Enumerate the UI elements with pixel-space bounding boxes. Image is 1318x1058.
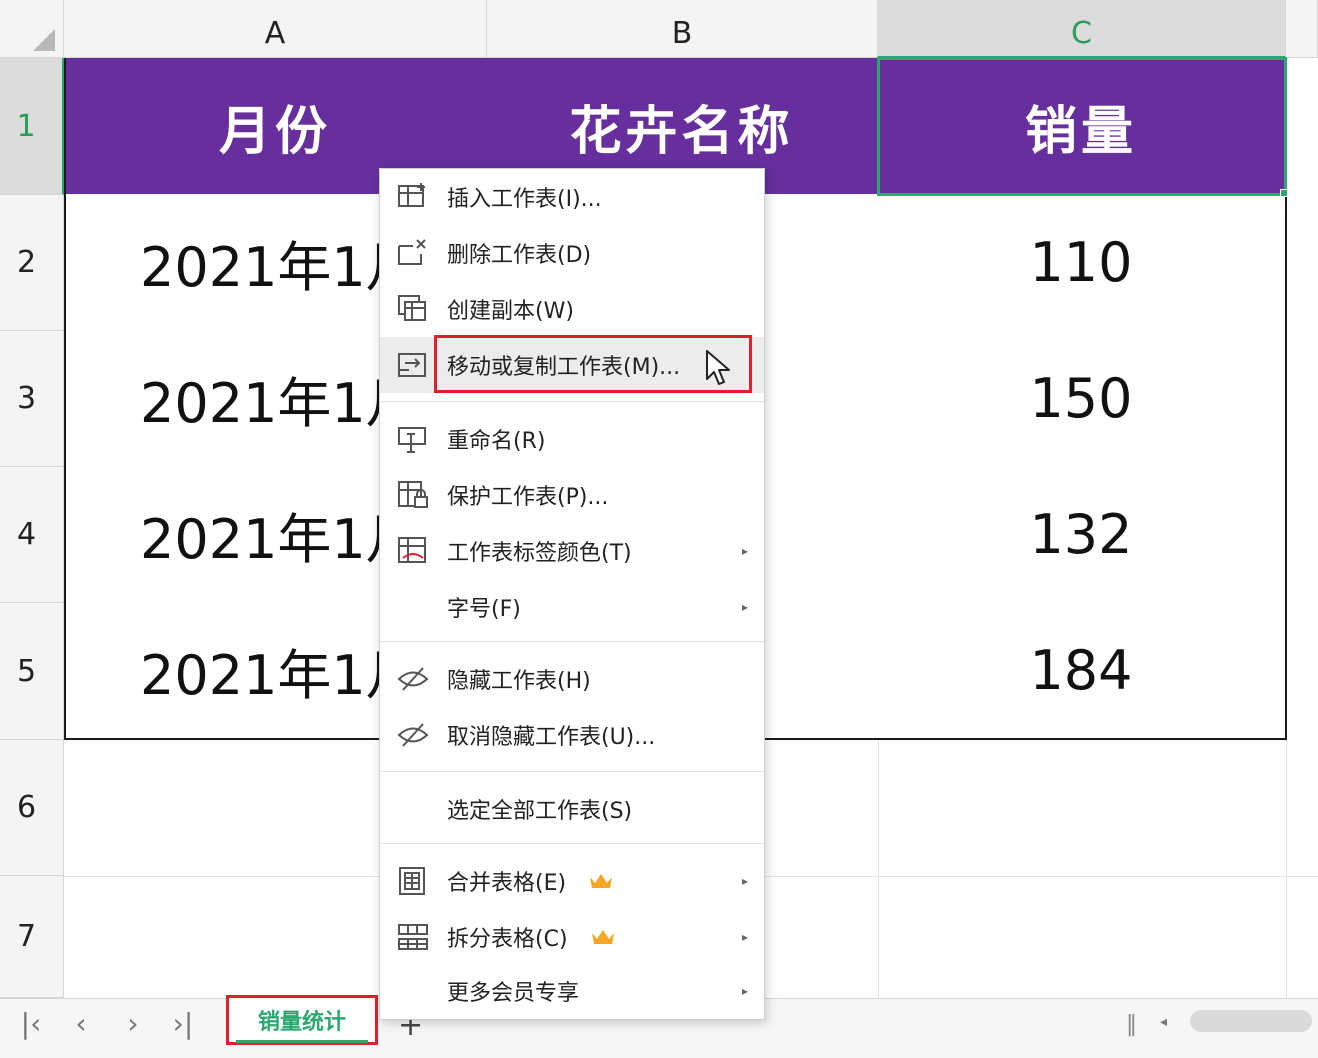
menu-item-insert-sheet[interactable]: 插入工作表(I)... [380,169,764,225]
submenu-arrow-icon: ▸ [742,984,748,998]
cell-c2[interactable]: 110 [877,194,1287,332]
unhide-icon [396,718,430,752]
menu-label-delete-sheet: 删除工作表(D) [447,237,591,269]
gridline-col-d [1286,740,1287,998]
row-header-1[interactable]: 1 [0,58,64,195]
next-sheet-icon[interactable]: › [118,1008,148,1038]
cell-c4[interactable]: 132 [877,466,1287,604]
cell-c3[interactable]: 150 [877,330,1287,468]
insert-sheet-icon [396,180,430,214]
row-header-3[interactable]: 3 [0,331,64,467]
menu-label-tab-color: 工作表标签颜色(T) [447,535,632,567]
submenu-arrow-icon: ▸ [742,874,748,888]
tab-color-icon [396,534,430,568]
menu-item-hide-sheet[interactable]: 隐藏工作表(H) [380,651,764,707]
gridline-col-c [878,740,879,998]
menu-separator [380,771,764,772]
row-header-4[interactable]: 4 [0,467,64,603]
row-header-5[interactable]: 5 [0,603,64,740]
fill-handle[interactable] [1280,189,1288,197]
menu-item-protect-sheet[interactable]: 保护工作表(P)... [380,467,764,523]
submenu-arrow-icon: ▸ [742,930,748,944]
column-header-a[interactable]: A [64,0,487,58]
row-header-7[interactable]: 7 [0,876,64,998]
scroll-left-icon[interactable]: ◂ [1160,1014,1167,1030]
menu-item-split-table[interactable]: 拆分表格(C) ▸ [380,909,764,965]
menu-item-rename[interactable]: 重命名(R) [380,411,764,467]
menu-item-select-all-sheets[interactable]: 选定全部工作表(S) [380,781,764,837]
horizontal-scrollbar[interactable] [1190,1010,1312,1032]
protect-sheet-icon [396,478,430,512]
menu-label-split-table: 拆分表格(C) [447,921,568,953]
menu-label-hide-sheet: 隐藏工作表(H) [447,663,591,695]
table-left-border [64,58,66,740]
menu-label-protect-sheet: 保护工作表(P)... [447,479,608,511]
header-cell-sales[interactable]: 销量 [877,58,1287,196]
column-header-d[interactable] [1286,0,1318,58]
menu-item-font-size[interactable]: 字号(F) ▸ [380,579,764,635]
menu-label-insert-sheet: 插入工作表(I)... [447,181,602,213]
crown-icon [590,927,616,947]
delete-sheet-icon [396,236,430,270]
menu-label-font-size: 字号(F) [447,591,521,623]
menu-label-unhide-sheet: 取消隐藏工作表(U)... [447,719,655,751]
mouse-cursor-icon [704,349,734,389]
prev-sheet-icon[interactable]: ‹ [66,1008,96,1038]
menu-label-move-or-copy: 移动或复制工作表(M)... [447,349,680,381]
split-table-icon [396,920,430,954]
menu-label-select-all-sheets: 选定全部工作表(S) [447,793,632,825]
select-all-corner[interactable] [0,0,64,58]
rename-icon [396,422,430,456]
submenu-arrow-icon: ▸ [742,600,748,614]
menu-separator [380,843,764,844]
merge-table-icon [396,864,430,898]
menu-separator [380,401,764,402]
active-tab-underline [236,1040,368,1043]
menu-label-merge-table: 合并表格(E) [447,865,566,897]
menu-label-rename: 重命名(R) [447,423,545,455]
scroll-split-handle-icon[interactable]: ‖ [1126,1012,1137,1037]
copy-sheet-icon [396,292,430,326]
last-sheet-icon[interactable]: ›| [168,1008,198,1038]
submenu-arrow-icon: ▸ [742,544,748,558]
column-header-c[interactable]: C [878,0,1286,58]
move-copy-sheet-icon [396,348,430,382]
menu-item-unhide-sheet[interactable]: 取消隐藏工作表(U)... [380,707,764,763]
row-header-2[interactable]: 2 [0,195,64,331]
crown-icon [588,871,614,891]
cell-c5[interactable]: 184 [877,602,1287,740]
menu-item-merge-table[interactable]: 合并表格(E) ▸ [380,853,764,909]
menu-item-create-copy[interactable]: 创建副本(W) [380,281,764,337]
menu-label-create-copy: 创建副本(W) [447,293,574,325]
first-sheet-icon[interactable]: |‹ [16,1008,46,1038]
sheet-tab-sales-stats[interactable]: 销量统计 [226,995,378,1045]
menu-separator [380,641,764,642]
menu-item-more-member[interactable]: 更多会员专享 ▸ [380,963,764,1019]
menu-item-delete-sheet[interactable]: 删除工作表(D) [380,225,764,281]
sheet-context-menu: 插入工作表(I)... 删除工作表(D) 创建副本(W) 移动或复制工作表(M)… [379,168,765,1020]
row-header-6[interactable]: 6 [0,740,64,876]
menu-item-tab-color[interactable]: 工作表标签颜色(T) ▸ [380,523,764,579]
select-all-triangle-icon [33,29,55,51]
menu-label-more-member: 更多会员专享 [447,975,579,1007]
column-header-b[interactable]: B [487,0,878,58]
hide-icon [396,662,430,696]
